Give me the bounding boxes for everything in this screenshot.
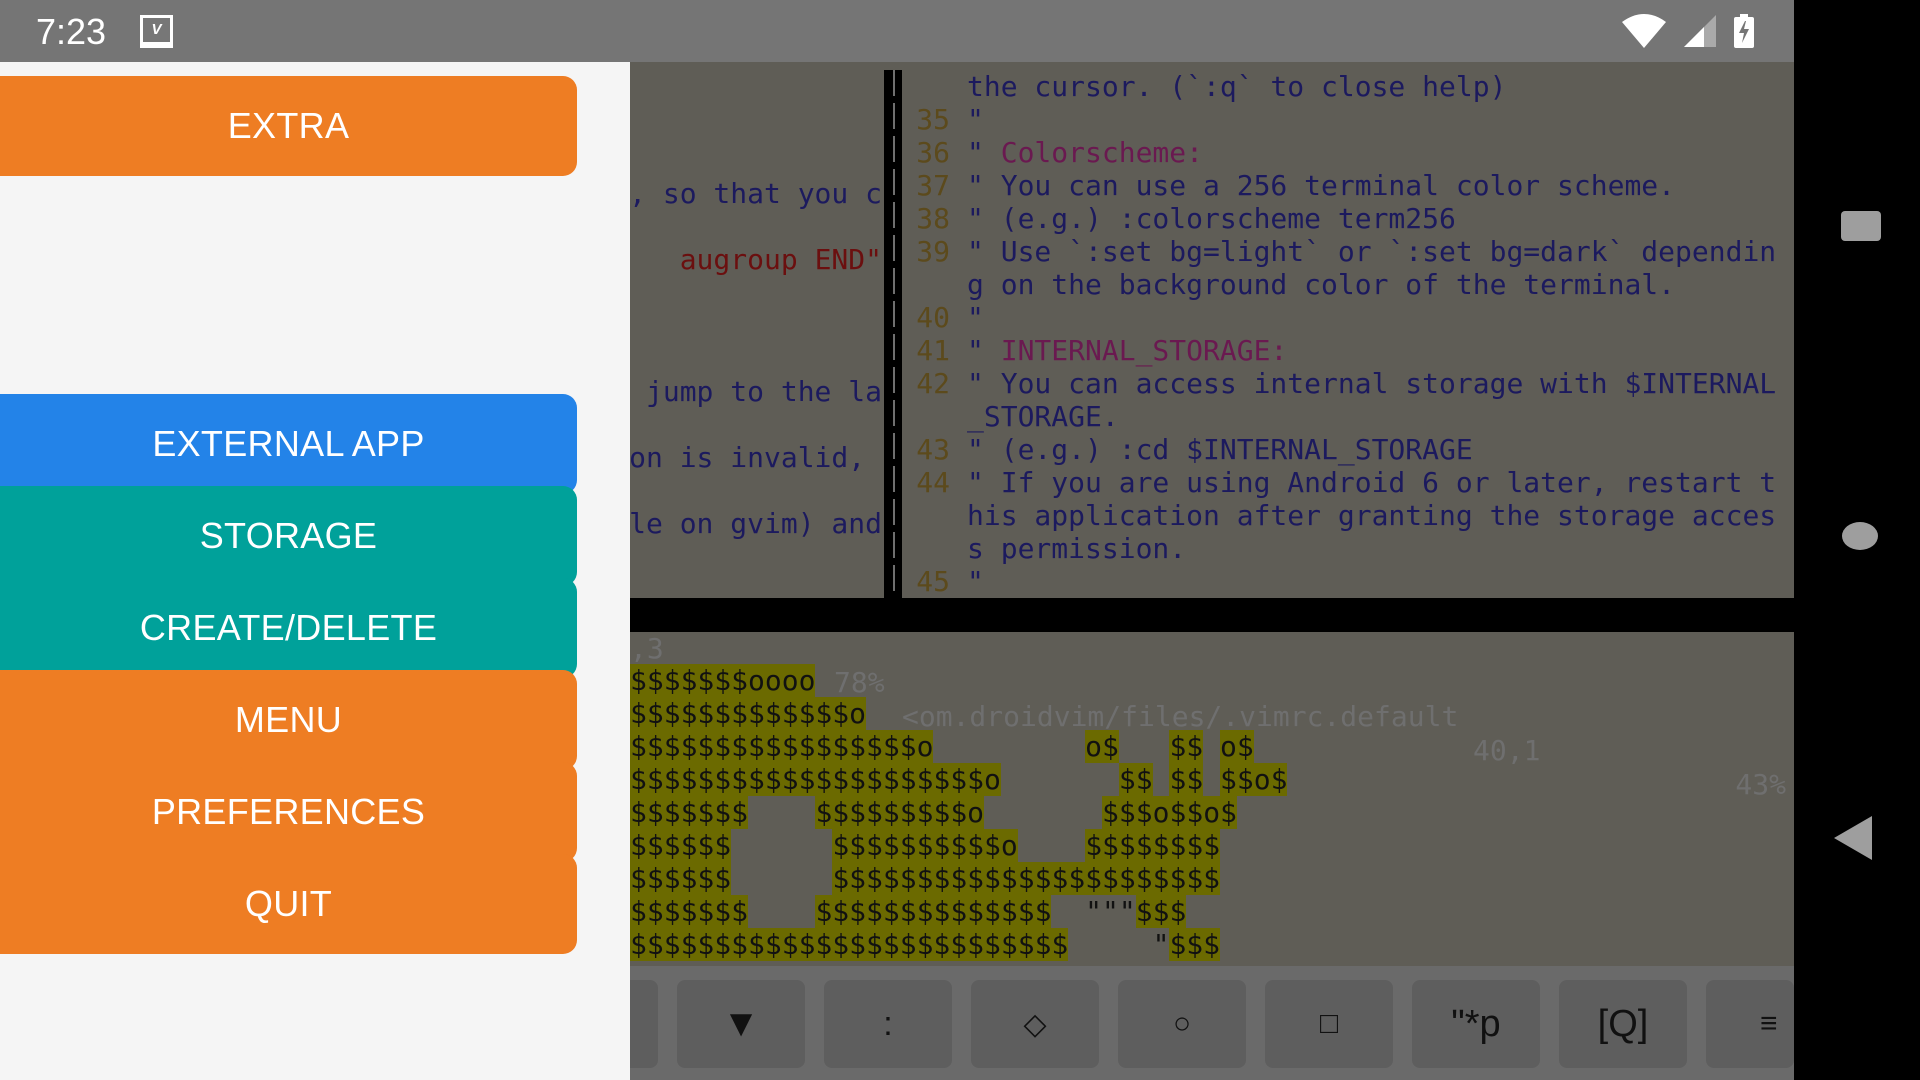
- colon-key-label: :: [883, 1004, 893, 1043]
- comment-title: INTERNAL_STORAGE:: [1000, 334, 1288, 367]
- line-text: g on the background color of the termina…: [967, 268, 1676, 301]
- line-text: _STORAGE.: [967, 400, 1119, 433]
- line-text: ": [967, 136, 1001, 169]
- line-text: " If you are using Android 6 or later, r…: [967, 466, 1777, 499]
- code-line: 36 " Colorscheme:: [900, 136, 1794, 169]
- left-pane-line: jump to the la: [629, 375, 882, 408]
- cellular-signal-icon: [1684, 15, 1716, 47]
- line-number: 36: [916, 136, 950, 169]
- line-text: " (e.g.) :cd $INTERNAL_STORAGE: [967, 433, 1473, 466]
- ascii-art-line: $$$$$$$ $$$$$$$$$o $$$o$$o$: [630, 796, 1237, 829]
- left-pane-line: le on gvim) and: [629, 507, 882, 540]
- code-line: 44 " If you are using Android 6 or later,…: [900, 466, 1794, 499]
- drawer-button-quit[interactable]: QUIT: [0, 854, 577, 954]
- paste-key-label: "*p: [1451, 1002, 1501, 1045]
- line-text: " You can access internal storage with $…: [967, 367, 1777, 400]
- drawer-button-storage[interactable]: STORAGE: [0, 486, 577, 586]
- line-number: 41: [916, 334, 950, 367]
- q-key[interactable]: [Q]: [1559, 980, 1687, 1068]
- wifi-icon: [1622, 14, 1666, 48]
- code-line: 40 ": [900, 301, 1794, 334]
- line-text: ": [967, 334, 1001, 367]
- code-line: the cursor. (`:q` to close help): [900, 70, 1794, 103]
- down-triangle-key[interactable]: ▼: [677, 980, 805, 1068]
- q-key-label: [Q]: [1597, 1002, 1649, 1045]
- navigation-drawer: EXTRA EXTERNAL APP STORAGE CREATE/DELETE MEN…: [0, 62, 630, 1080]
- right-scroll-percent: 43%: [1735, 768, 1786, 801]
- code-line: 39 " Use `:set bg=light` or `:set bg=dark…: [900, 235, 1794, 268]
- vim-window-right[interactable]: the cursor. (`:q` to close help) 35 " 36 " C…: [900, 70, 1794, 598]
- code-line: 38 " (e.g.) :colorscheme term256: [900, 202, 1794, 235]
- left-pane-line: on is invalid,: [629, 441, 882, 474]
- line-text: " You can use a 256 terminal color schem…: [967, 169, 1676, 202]
- line-number: 43: [916, 433, 950, 466]
- left-cursor-position: ,3: [630, 632, 664, 665]
- circle-key[interactable]: ○: [1118, 980, 1246, 1068]
- ascii-art-terminal[interactable]: $$$$$$$oooo $$$$$$$$$$$$$o $$$$$$$$$$$$$$$…: [630, 664, 1288, 961]
- left-pane-line: augroup END": [679, 243, 882, 276]
- paste-key[interactable]: "*p: [1412, 980, 1540, 1068]
- ascii-art-line: $$$$$$$$$$$$$$$$$$$$$$$$$$ "$$$: [630, 928, 1221, 961]
- down-triangle-icon: ▼: [722, 1002, 760, 1045]
- ascii-art-line: $$$$$$$$$$$$$$$$$o o$ $$ o$: [630, 730, 1254, 763]
- comment-title: Colorscheme:: [1000, 136, 1204, 169]
- circle-icon: ○: [1172, 1007, 1192, 1040]
- drawer-button-create-delete[interactable]: CREATE/DELETE: [0, 578, 577, 678]
- code-line: 42 " You can access internal storage with…: [900, 367, 1794, 400]
- code-line: 43 " (e.g.) :cd $INTERNAL_STORAGE: [900, 433, 1794, 466]
- diamond-icon: ◇: [1023, 1007, 1047, 1041]
- code-line: 45 ": [900, 565, 1794, 598]
- app-main: , so that you c augroup END" jump to the …: [0, 62, 1794, 1080]
- line-text: ": [967, 301, 984, 334]
- ascii-art-line: $$$$$$$$$$$$$$$$$$$$$o $$ $$ $$o$: [630, 763, 1288, 796]
- ascii-art-line: $$$$$$$oooo: [630, 664, 816, 697]
- code-line: his application after granting the stora…: [900, 499, 1794, 532]
- recents-button[interactable]: [1841, 211, 1881, 241]
- colon-key[interactable]: :: [824, 980, 952, 1068]
- diamond-key[interactable]: ◇: [971, 980, 1099, 1068]
- line-number: 40: [916, 301, 950, 334]
- line-number: 44: [916, 466, 950, 499]
- line-text: his application after granting the stora…: [967, 499, 1777, 532]
- drawer-button-preferences[interactable]: PREFERENCES: [0, 762, 577, 862]
- line-number: 37: [916, 169, 950, 202]
- line-text: the cursor. (`:q` to close help): [967, 70, 1507, 103]
- ascii-art-line: $$$$$$ $$$$$$$$$$$$$$$$$$$$$$$: [630, 862, 1221, 895]
- clock: 7:23: [36, 11, 107, 52]
- battery-charging-icon: [1734, 14, 1754, 48]
- line-number: 45: [916, 565, 950, 598]
- ascii-art-line: $$$$$$ $$$$$$$$$$o $$$$$$$$: [630, 829, 1221, 862]
- line-text: s permission.: [967, 532, 1187, 565]
- code-line: 35 ": [900, 103, 1794, 136]
- back-button[interactable]: [1834, 816, 1872, 860]
- code-line: 41 " INTERNAL_STORAGE:: [900, 334, 1794, 367]
- right-cursor-position: 40,1: [1473, 734, 1541, 767]
- left-pane-line: , so that you c: [629, 177, 882, 210]
- drawer-button-extra[interactable]: EXTRA: [0, 76, 577, 176]
- vim-app-icon: V: [140, 15, 173, 48]
- line-text: " Use `:set bg=light` or `:set bg=dark` …: [967, 235, 1777, 268]
- code-line: 37 " You can use a 256 terminal color sch…: [900, 169, 1794, 202]
- line-number: 42: [916, 367, 950, 400]
- line-number: 38: [916, 202, 950, 235]
- home-button[interactable]: [1842, 522, 1878, 550]
- code-line: g on the background color of the termina…: [900, 268, 1794, 301]
- status-bar: 7:23 V: [0, 0, 1794, 62]
- square-key[interactable]: □: [1265, 980, 1393, 1068]
- code-line: s permission.: [900, 532, 1794, 565]
- square-icon: □: [1319, 1007, 1339, 1040]
- menu-icon: ≡: [1760, 1007, 1778, 1040]
- drawer-button-menu[interactable]: MENU: [0, 670, 577, 770]
- code-line: _STORAGE.: [900, 400, 1794, 433]
- drawer-button-external-app[interactable]: EXTERNAL APP: [0, 394, 577, 494]
- menu-key[interactable]: ≡: [1706, 980, 1794, 1068]
- ascii-art-line: $$$$$$$ $$$$$$$$$$$$$$ """$$$: [630, 895, 1187, 928]
- ascii-art-line: $$$$$$$$$$$$$o: [630, 697, 867, 730]
- line-text: " (e.g.) :colorscheme term256: [967, 202, 1456, 235]
- line-number: 35: [916, 103, 950, 136]
- line-number: 39: [916, 235, 950, 268]
- line-text: ": [967, 103, 984, 136]
- line-text: ": [967, 565, 984, 598]
- android-nav-bar: [1794, 0, 1920, 1080]
